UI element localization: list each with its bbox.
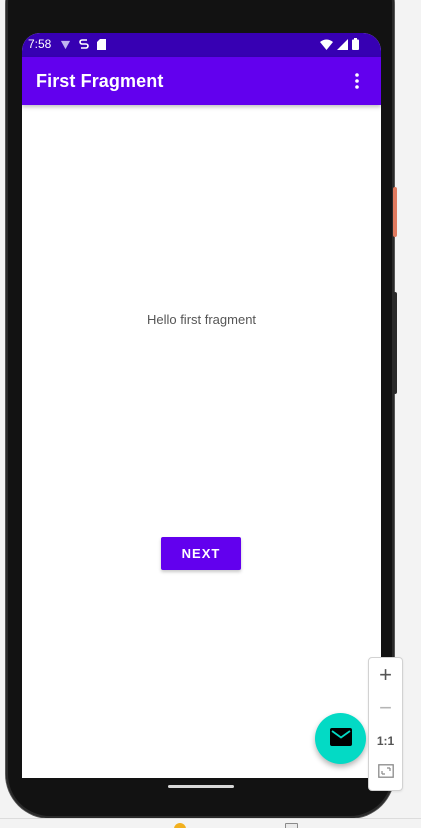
next-button[interactable]: NEXT <box>161 537 241 570</box>
status-right-icons <box>320 37 359 55</box>
power-button[interactable] <box>393 187 397 237</box>
fit-screen-button[interactable] <box>369 757 402 790</box>
ide-bottom-toolbar <box>0 818 421 828</box>
signal-icon <box>337 37 348 55</box>
document-icon[interactable] <box>285 823 298 828</box>
gesture-handle[interactable] <box>168 785 234 788</box>
email-icon <box>329 728 352 749</box>
emulator-stage: 7:58 First Fragment Hello first fragment… <box>0 0 421 828</box>
device-screen: 7:58 First Fragment Hello first fragment… <box>22 33 381 778</box>
status-bar: 7:58 <box>22 33 381 57</box>
more-vert-icon[interactable] <box>345 69 369 93</box>
email-fab-button[interactable] <box>315 713 366 764</box>
data-saver-icon <box>60 37 71 55</box>
status-left-icons <box>60 37 106 55</box>
app-bar-title: First Fragment <box>36 71 164 91</box>
battery-icon <box>352 37 359 55</box>
hello-message: Hello first fragment <box>146 312 257 327</box>
app-bar: First Fragment <box>22 57 381 105</box>
actual-size-button[interactable]: 1:1 <box>369 724 402 757</box>
volume-button[interactable] <box>393 292 397 394</box>
sd-card-icon <box>97 37 106 55</box>
zoom-out-button[interactable]: − <box>369 691 402 724</box>
status-time: 7:58 <box>28 37 52 51</box>
zoom-in-button[interactable]: + <box>369 658 402 691</box>
zoom-controls: + − 1:1 <box>368 657 403 791</box>
sync-icon <box>79 37 89 55</box>
warning-icon[interactable] <box>174 823 186 828</box>
fit-screen-icon <box>377 764 394 783</box>
wifi-icon <box>320 37 333 55</box>
